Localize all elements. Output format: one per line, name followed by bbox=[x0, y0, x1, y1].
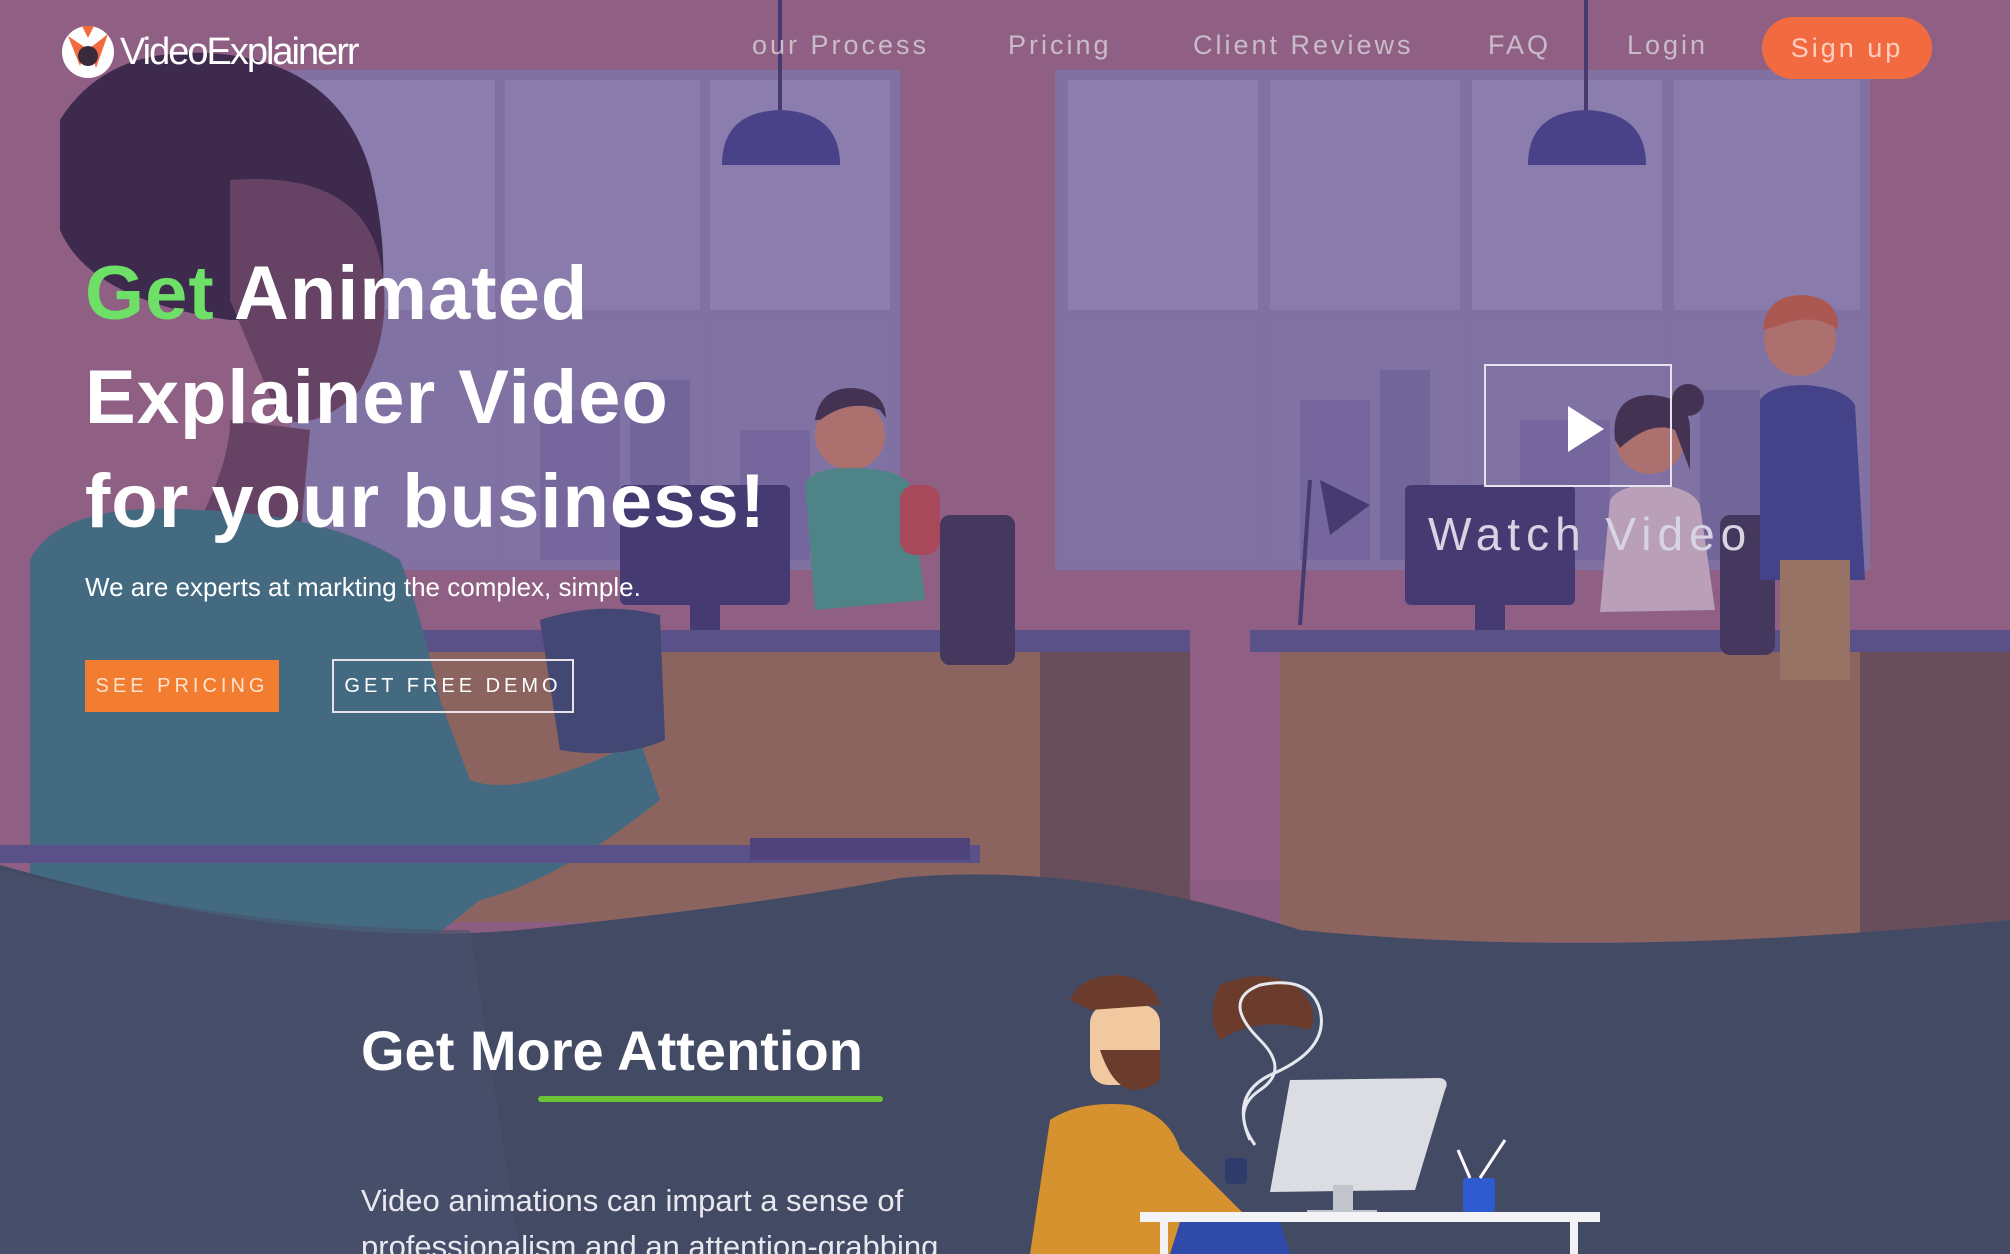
signup-button[interactable]: Sign up bbox=[1762, 17, 1932, 79]
section-body-text: Video animations can impart a sense of p… bbox=[361, 1183, 939, 1254]
hero-heading: Get Animated Explainer Video for your bu… bbox=[85, 242, 766, 554]
nav-link-our-process[interactable]: our Process bbox=[752, 30, 929, 61]
hero-illustration bbox=[0, 0, 2010, 1254]
hero-heading-line3: for your business! bbox=[85, 459, 766, 544]
nav-link-client-reviews[interactable]: Client Reviews bbox=[1193, 30, 1414, 61]
nav-link-faq[interactable]: FAQ bbox=[1488, 30, 1551, 61]
brand-name: VideoExplainerr bbox=[120, 30, 360, 73]
page: VideoExplainerr our Process Pricing Clie… bbox=[0, 0, 2010, 1254]
hero-subtitle: We are experts at markting the complex, … bbox=[85, 572, 641, 602]
hero-heading-line2: Explainer Video bbox=[85, 355, 669, 440]
brand-logo[interactable]: VideoExplainerr bbox=[60, 22, 360, 82]
fox-logo-icon bbox=[62, 26, 114, 78]
see-pricing-button[interactable]: SEE PRICING bbox=[85, 660, 279, 712]
section-title-underline bbox=[538, 1096, 883, 1102]
watch-video-label[interactable]: Watch Video bbox=[1428, 507, 1752, 561]
section-title: Get More Attention bbox=[361, 1019, 863, 1082]
play-video-button[interactable] bbox=[1484, 364, 1672, 487]
nav-link-login[interactable]: Login bbox=[1627, 30, 1708, 61]
nav-link-pricing[interactable]: Pricing bbox=[1008, 30, 1112, 61]
free-demo-button[interactable]: GET FREE DEMO bbox=[332, 659, 574, 713]
hero-heading-line1: Animated bbox=[214, 251, 589, 336]
play-icon bbox=[1568, 406, 1604, 452]
hero-heading-highlight: Get bbox=[85, 251, 215, 336]
